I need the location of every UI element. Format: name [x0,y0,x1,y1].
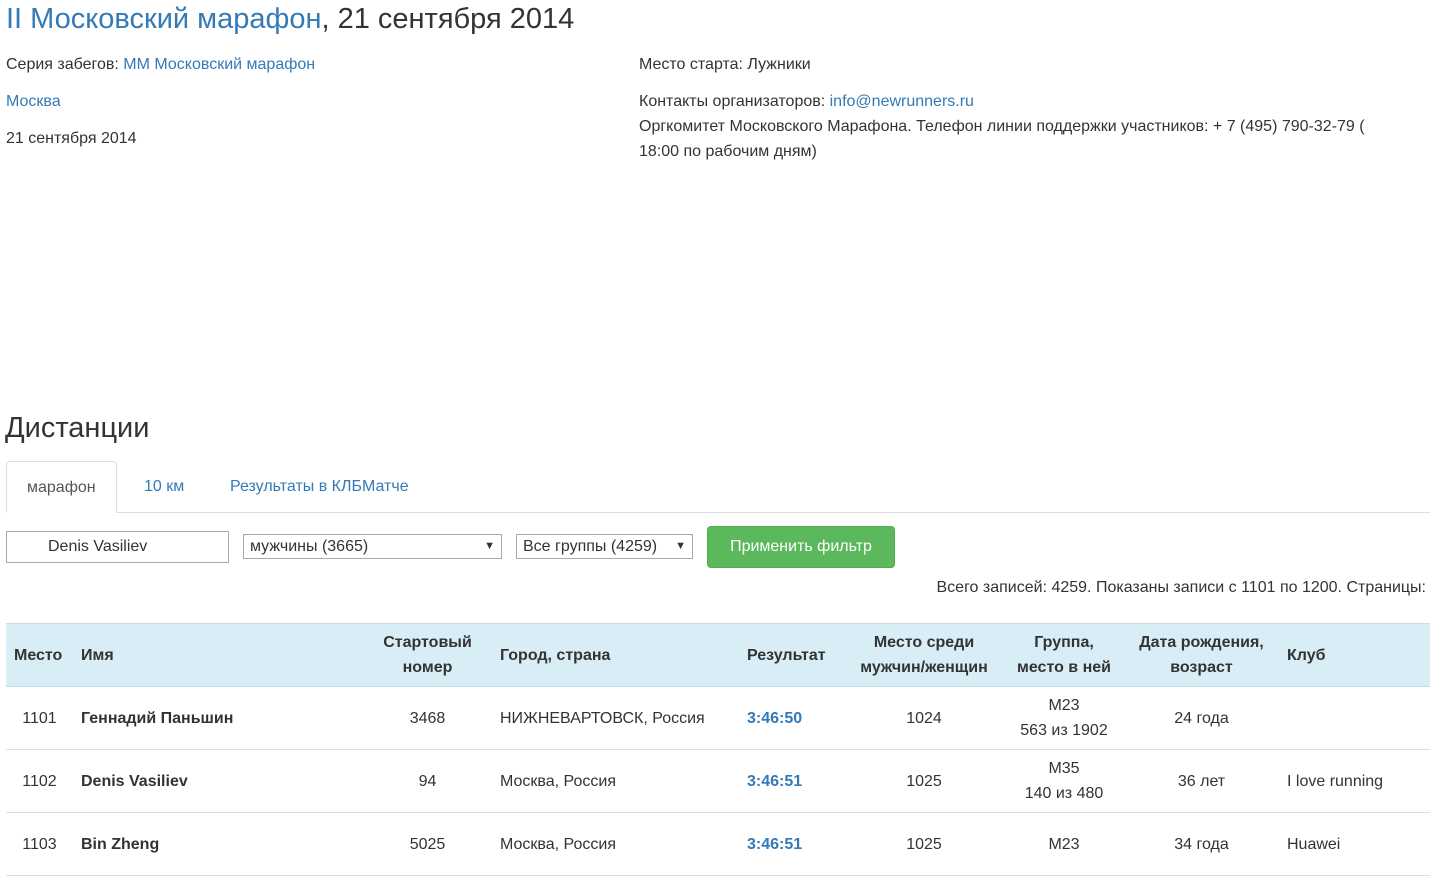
header-name[interactable]: Имя [73,623,363,687]
cell-age: 34 года [1124,812,1279,876]
cell-name: Bin Zheng [73,812,363,876]
chevron-down-icon: ▼ [675,540,686,552]
header-club[interactable]: Клуб [1279,623,1430,687]
cell-age: 36 лет [1124,749,1279,813]
contacts-email-link[interactable]: info@newrunners.ru [830,93,974,110]
result-link[interactable]: 3:46:51 [747,773,802,790]
cell-name: Геннадий Паньшин [73,686,363,750]
cell-city: Москва, Россия [492,749,739,813]
tab-10km[interactable]: 10 км [124,461,204,512]
organizer-line-2: 18:00 по рабочим дням) [639,143,817,160]
cell-place: 1101 [6,686,73,750]
cell-result: 3:46:51 [739,749,844,813]
tab-klb-results[interactable]: Результаты в КЛБМатче [210,461,429,512]
page-title: II Московский марафон, 21 сентября 2014 [6,3,574,36]
cell-gender-place: 1024 [844,686,1004,750]
cell-place: 1102 [6,749,73,813]
chevron-down-icon: ▼ [484,540,495,552]
gender-select[interactable]: мужчины (3665) ▼ [243,534,502,559]
header-place[interactable]: Место [6,623,73,687]
group-select[interactable]: Все группы (4259) ▼ [516,534,693,559]
table-row: 1103 Bin Zheng 5025 Москва, Россия 3:46:… [6,812,1430,876]
distances-heading: Дистанции [5,412,150,444]
cell-bib: 5025 [363,812,492,876]
distance-tabs: марафон 10 км Результаты в КЛБМатче [6,461,1430,513]
cell-gender-place: 1025 [844,749,1004,813]
table-row: 1102 Denis Vasiliev 94 Москва, Россия 3:… [6,749,1430,813]
series-label: Серия забегов: [6,56,124,73]
cell-place: 1103 [6,812,73,876]
event-title-date: , 21 сентября 2014 [321,3,575,35]
cell-club [1279,686,1430,750]
table-header-row: Место Имя Стартовый номер Город, страна Р… [6,623,1430,687]
series-link[interactable]: ММ Московский марафон [123,56,315,73]
cell-club: I love running [1279,749,1430,813]
cell-name: Denis Vasiliev [73,749,363,813]
header-group[interactable]: Группа, место в ней [1004,623,1124,687]
event-info-left: Серия забегов: ММ Московский марафон Мос… [6,52,315,163]
cell-result: 3:46:51 [739,812,844,876]
organizer-line-1: Оргкомитет Московского Марафона. Телефон… [639,118,1365,135]
tab-marathon[interactable]: марафон [6,461,117,513]
table-row: 1101 Геннадий Паньшин 3468 НИЖНЕВАРТОВСК… [6,686,1430,750]
cell-group: М23 563 из 1902 [1004,686,1124,750]
cell-city: НИЖНЕВАРТОВСК, Россия [492,686,739,750]
event-info-right: Место старта: Лужники Контакты организат… [639,52,1365,164]
city-row: Москва [6,89,315,114]
event-date: 21 сентября 2014 [6,130,137,147]
results-table: Место Имя Стартовый номер Город, страна Р… [6,623,1430,876]
contacts-row: Контакты организаторов: info@newrunners.… [639,89,1365,114]
cell-bib: 3468 [363,686,492,750]
result-link[interactable]: 3:46:51 [747,836,802,853]
name-filter-input[interactable] [6,531,229,563]
cell-group: М23 [1004,812,1124,876]
records-summary: Всего записей: 4259. Показаны записи с 1… [936,579,1427,596]
start-place: Место старта: Лужники [639,56,811,73]
header-city[interactable]: Город, страна [492,623,739,687]
contacts-label: Контакты организаторов: [639,93,830,110]
event-title-link[interactable]: II Московский марафон [6,3,321,35]
header-bib[interactable]: Стартовый номер [363,623,492,687]
header-result[interactable]: Результат [739,623,844,687]
apply-filter-button[interactable]: Применить фильтр [707,526,895,568]
cell-club: Huawei [1279,812,1430,876]
group-select-value: Все группы (4259) [523,538,658,555]
series-row: Серия забегов: ММ Московский марафон [6,52,315,77]
cell-age: 24 года [1124,686,1279,750]
cell-gender-place: 1025 [844,812,1004,876]
result-link[interactable]: 3:46:50 [747,710,802,727]
header-gender-place[interactable]: Место среди мужчин/женщин [844,623,1004,687]
city-link[interactable]: Москва [6,93,61,110]
header-birth[interactable]: Дата рождения, возраст [1124,623,1279,687]
cell-city: Москва, Россия [492,812,739,876]
gender-select-value: мужчины (3665) [250,538,369,555]
cell-result: 3:46:50 [739,686,844,750]
cell-bib: 94 [363,749,492,813]
cell-group: М35 140 из 480 [1004,749,1124,813]
